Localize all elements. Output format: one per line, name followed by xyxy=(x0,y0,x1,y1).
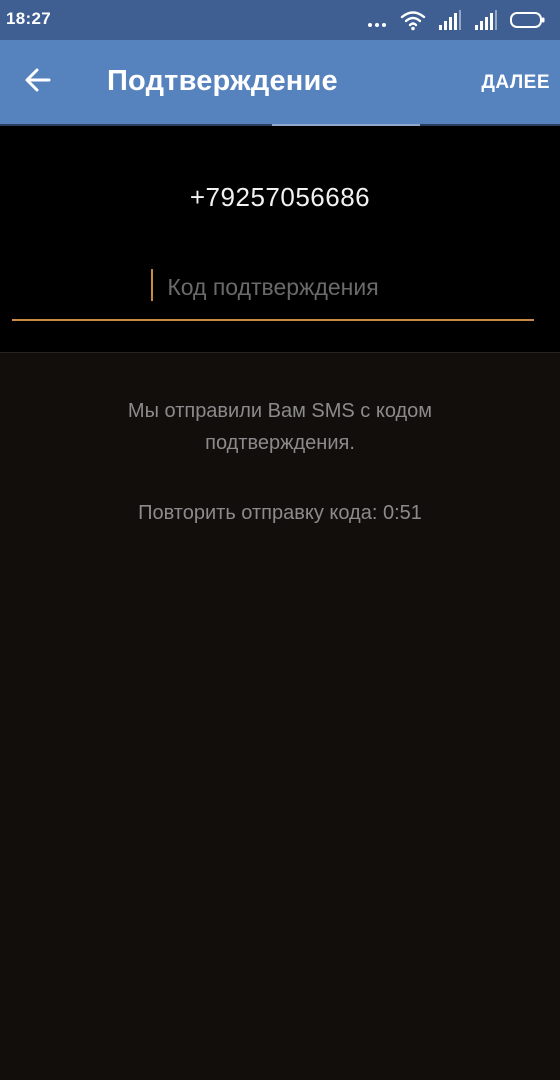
signal-2-icon xyxy=(474,9,498,31)
code-input[interactable] xyxy=(12,264,534,310)
sms-sent-message: Мы отправили Вам SMS с кодом подтвержден… xyxy=(127,400,433,454)
input-underline xyxy=(12,319,534,321)
resend-code-timer: Повторить отправку кода: 0:51 xyxy=(138,502,422,524)
next-button[interactable]: ДАЛЕЕ xyxy=(481,72,550,94)
arrow-left-icon xyxy=(23,65,53,100)
status-bar: 18:27 xyxy=(0,0,560,40)
battery-icon xyxy=(510,9,546,31)
signal-1-icon xyxy=(438,9,462,31)
text-cursor xyxy=(151,269,153,301)
entry-panel: +79257056686 xyxy=(0,126,560,352)
more-dots-icon xyxy=(366,9,388,31)
status-icons xyxy=(366,9,546,31)
status-time: 18:27 xyxy=(6,9,51,28)
page-title: Подтверждение xyxy=(107,65,338,97)
app-bar: Подтверждение ДАЛЕЕ xyxy=(0,40,560,124)
back-button[interactable] xyxy=(18,62,58,102)
panel-divider xyxy=(0,352,560,353)
wifi-icon xyxy=(400,9,426,31)
phone-number: +79257056686 xyxy=(189,182,371,212)
